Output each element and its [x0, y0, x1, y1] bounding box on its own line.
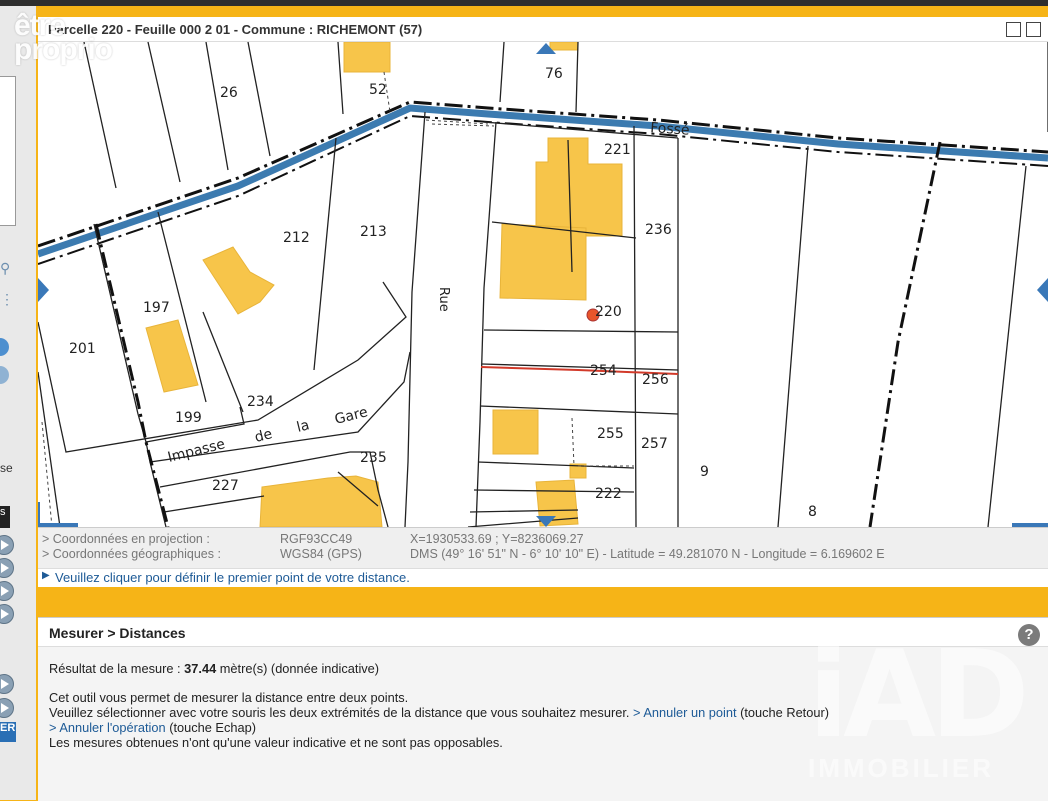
- pan-right-arrow: [1037, 278, 1048, 302]
- iad-logo-watermark: iAD: [808, 626, 1030, 765]
- building: [492, 409, 539, 455]
- parcel-number: 76: [545, 66, 563, 82]
- street-word: la: [295, 417, 311, 436]
- parcel-number: 236: [645, 222, 672, 238]
- street-word: de: [253, 426, 274, 446]
- map-canvas[interactable]: 26 52 76 221 236 212 213 197 201 220 254…: [38, 42, 1048, 527]
- etreproprio-watermark: être proprio: [14, 11, 113, 66]
- fosse-label: Fossé: [650, 120, 690, 139]
- result-prefix: Résultat de la mesure :: [49, 661, 185, 676]
- left-panel-box: [0, 76, 16, 226]
- building: [259, 475, 383, 527]
- zoom-icon[interactable]: ⚲: [0, 260, 10, 277]
- parcel-number: 213: [360, 224, 387, 240]
- help-line-2-text: Veuillez sélectionner avec votre souris …: [49, 705, 633, 720]
- instruction-bar: ▶ Veuillez cliquer pour définir le premi…: [38, 568, 1048, 587]
- parcel-number: 201: [69, 341, 96, 357]
- parcel-line: [777, 145, 1027, 527]
- left-panel-label: se: [0, 461, 13, 475]
- restore-window-icon[interactable]: [1006, 22, 1021, 37]
- instruction-text: Veuillez cliquer pour définir le premier…: [55, 570, 410, 585]
- result-suffix: mètre(s) (donnée indicative): [216, 661, 380, 676]
- result-value: 37.44: [184, 661, 217, 676]
- map-title-bar: Parcelle 220 - Feuille 000 2 01 - Commun…: [38, 17, 1048, 42]
- watermark-line: proprio: [14, 33, 113, 66]
- parcel-number: 235: [360, 450, 387, 466]
- parcel-number: 256: [642, 372, 669, 388]
- parcel-number: 220: [595, 304, 622, 320]
- building: [549, 42, 579, 51]
- geographic-value: DMS (49° 16' 51" N - 6° 10' 10" E) - Lat…: [410, 547, 885, 561]
- parcel-number: 52: [369, 82, 387, 98]
- building: [145, 319, 199, 393]
- projection-label: > Coordonnées en projection :: [42, 532, 210, 546]
- building: [499, 223, 587, 301]
- play-icon[interactable]: [0, 698, 14, 718]
- geographic-system: WGS84 (GPS): [280, 547, 362, 561]
- parcel-number: 197: [143, 300, 170, 316]
- help-line-4: Les mesures obtenues n'ont qu'une valeur…: [49, 735, 503, 750]
- projection-value: X=1930533.69 ; Y=8236069.27: [410, 532, 584, 546]
- parcel-number: 8: [808, 504, 817, 520]
- parcel-number: 199: [175, 410, 202, 426]
- parcel-number: 26: [220, 85, 238, 101]
- cancel-operation-link[interactable]: > Annuler l'opération: [49, 720, 166, 735]
- play-icon[interactable]: [0, 535, 14, 555]
- geographic-label: > Coordonnées géographiques :: [42, 547, 221, 561]
- parcel-line: [475, 121, 497, 527]
- measure-result: Résultat de la mesure : 37.44 mètre(s) (…: [49, 661, 379, 676]
- help-line-2: Veuillez sélectionner avec votre souris …: [49, 705, 829, 720]
- parcel-number: 221: [604, 142, 631, 158]
- triangle-right-icon: ▶: [42, 570, 50, 581]
- parcel-number: 257: [641, 436, 668, 452]
- parcel-line: [567, 42, 1048, 273]
- maximize-window-icon[interactable]: [1026, 22, 1041, 37]
- cadastral-map[interactable]: 26 52 76 221 236 212 213 197 201 220 254…: [38, 42, 1048, 527]
- iad-immobilier-watermark: IMMOBILIER: [808, 753, 994, 783]
- pan-left-arrow: [38, 278, 49, 302]
- help-line-3: > Annuler l'opération (touche Echap): [49, 720, 256, 735]
- parcel-number: 234: [247, 394, 274, 410]
- measure-panel: Mesurer > Distances ? iAD IMMOBILIER Rés…: [38, 617, 1048, 801]
- building: [202, 246, 275, 315]
- play-icon[interactable]: [0, 604, 14, 624]
- parcel-number: 222: [595, 486, 622, 502]
- street-word: Gare: [333, 404, 369, 428]
- street-label-rue: Rue: [436, 287, 451, 312]
- parcel-number: 212: [283, 230, 310, 246]
- left-panel-button[interactable]: ER: [0, 722, 16, 742]
- tool-icon[interactable]: ⋮: [0, 291, 14, 308]
- parcel-number: 227: [212, 478, 239, 494]
- top-dark-bar: [0, 0, 1048, 6]
- parcel-number: 255: [597, 426, 624, 442]
- parcel-number: 254: [590, 363, 617, 379]
- play-icon[interactable]: [0, 674, 14, 694]
- tool-circle-icon[interactable]: [0, 366, 9, 384]
- play-icon[interactable]: [0, 581, 14, 601]
- boundary-line: [94, 223, 170, 527]
- measure-panel-title: Mesurer > Distances: [49, 625, 186, 641]
- parcel-line: [38, 281, 407, 453]
- parcel-number: 9: [700, 464, 709, 480]
- projection-system: RGF93CC49: [280, 532, 353, 546]
- parcel-line: [404, 111, 426, 527]
- help-line-1: Cet outil vous permet de mesurer la dist…: [49, 690, 409, 705]
- boundary-line: [868, 141, 942, 527]
- building: [343, 42, 391, 73]
- parcel-line: [38, 371, 61, 527]
- commune-boundaries: [94, 141, 942, 527]
- undo-point-link[interactable]: > Annuler un point: [633, 705, 737, 720]
- tool-toggle-icon[interactable]: [0, 338, 9, 356]
- help-line-2-end: (touche Retour): [736, 705, 829, 720]
- left-panel-tab[interactable]: s: [0, 506, 10, 528]
- left-tool-panel: ⚲ ⋮ se s ER: [0, 6, 38, 800]
- map-window: Parcelle 220 - Feuille 000 2 01 - Commun…: [38, 17, 1048, 587]
- street-word: Impasse: [166, 436, 227, 466]
- play-icon[interactable]: [0, 558, 14, 578]
- help-line-3-end: (touche Echap): [165, 720, 256, 735]
